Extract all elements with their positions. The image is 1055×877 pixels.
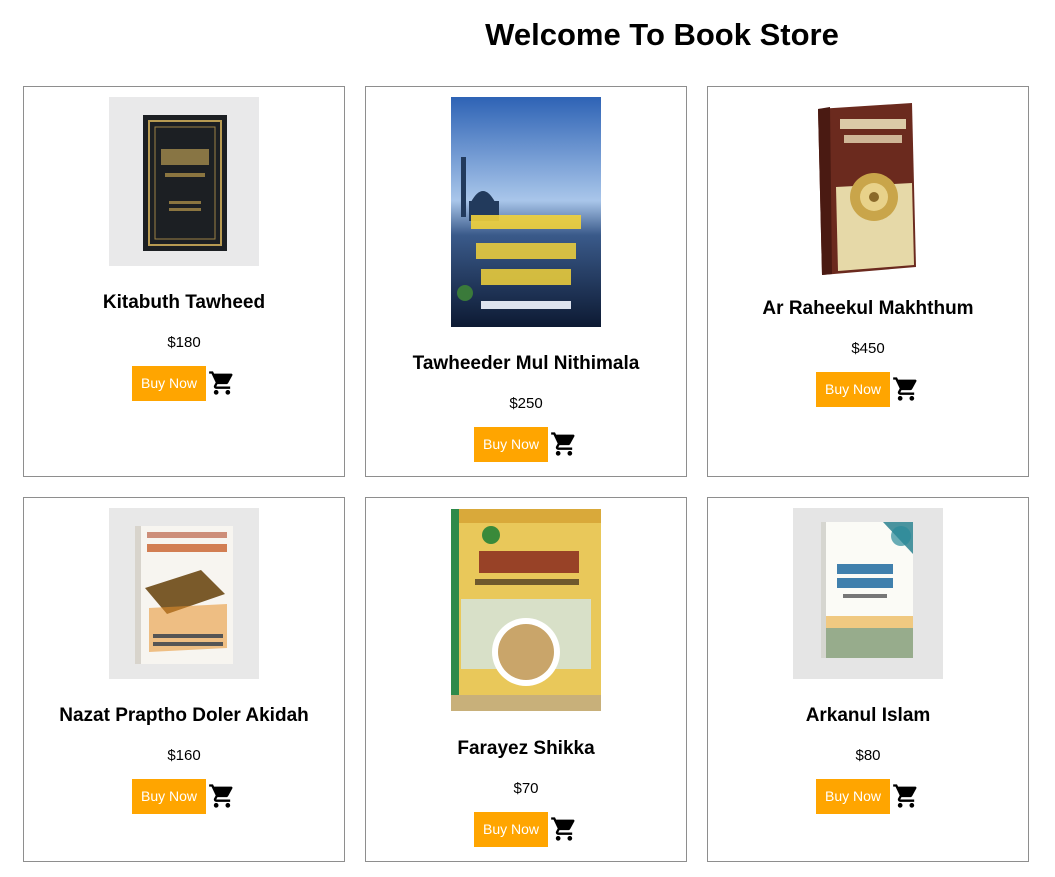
page-title: Welcome To Book Store	[485, 17, 839, 52]
book-cover-image	[810, 99, 926, 275]
book-price: $80	[855, 747, 881, 764]
book-card: Nazat Praptho Doler Akidah $160 Buy Now	[23, 497, 345, 862]
book-title: Nazat Praptho Doler Akidah	[59, 705, 309, 726]
book-price: $70	[513, 780, 539, 797]
shopping-cart-icon[interactable]	[892, 782, 920, 810]
book-title: Tawheeder Mul Nithimala	[412, 353, 640, 374]
book-title: Kitabuth Tawheed	[102, 292, 266, 313]
book-price: $160	[167, 747, 201, 764]
book-card: Ar Raheekul Makhthum $450 Buy Now	[707, 86, 1029, 477]
book-card: Tawheeder Mul Nithimala $250 Buy Now	[365, 86, 687, 477]
book-price: $180	[167, 334, 201, 351]
buy-now-button[interactable]: Buy Now	[474, 426, 548, 462]
book-cover-image	[109, 97, 259, 266]
book-card: Farayez Shikka $70 Buy Now	[365, 497, 687, 862]
book-card: Arkanul Islam $80 Buy Now	[707, 497, 1029, 862]
shopping-cart-icon[interactable]	[550, 815, 578, 843]
shopping-cart-icon[interactable]	[892, 375, 920, 403]
shopping-cart-icon[interactable]	[208, 782, 236, 810]
shopping-cart-icon[interactable]	[550, 430, 578, 458]
book-title: Ar Raheekul Makhthum	[762, 298, 974, 319]
book-card: Kitabuth Tawheed $180 Buy Now	[23, 86, 345, 477]
book-cover-image	[793, 508, 943, 679]
book-title: Arkanul Islam	[805, 705, 931, 726]
book-price: $250	[509, 395, 543, 412]
buy-now-button[interactable]: Buy Now	[474, 811, 548, 847]
buy-now-button[interactable]: Buy Now	[132, 778, 206, 814]
buy-now-button[interactable]: Buy Now	[816, 371, 890, 407]
buy-now-button[interactable]: Buy Now	[816, 778, 890, 814]
shopping-cart-icon[interactable]	[208, 369, 236, 397]
book-price: $450	[851, 340, 885, 357]
book-title: Farayez Shikka	[457, 738, 595, 759]
buy-now-button[interactable]: Buy Now	[132, 365, 206, 401]
book-cover-image	[109, 508, 259, 679]
book-cover-image	[451, 509, 601, 711]
book-cover-image	[451, 97, 601, 327]
